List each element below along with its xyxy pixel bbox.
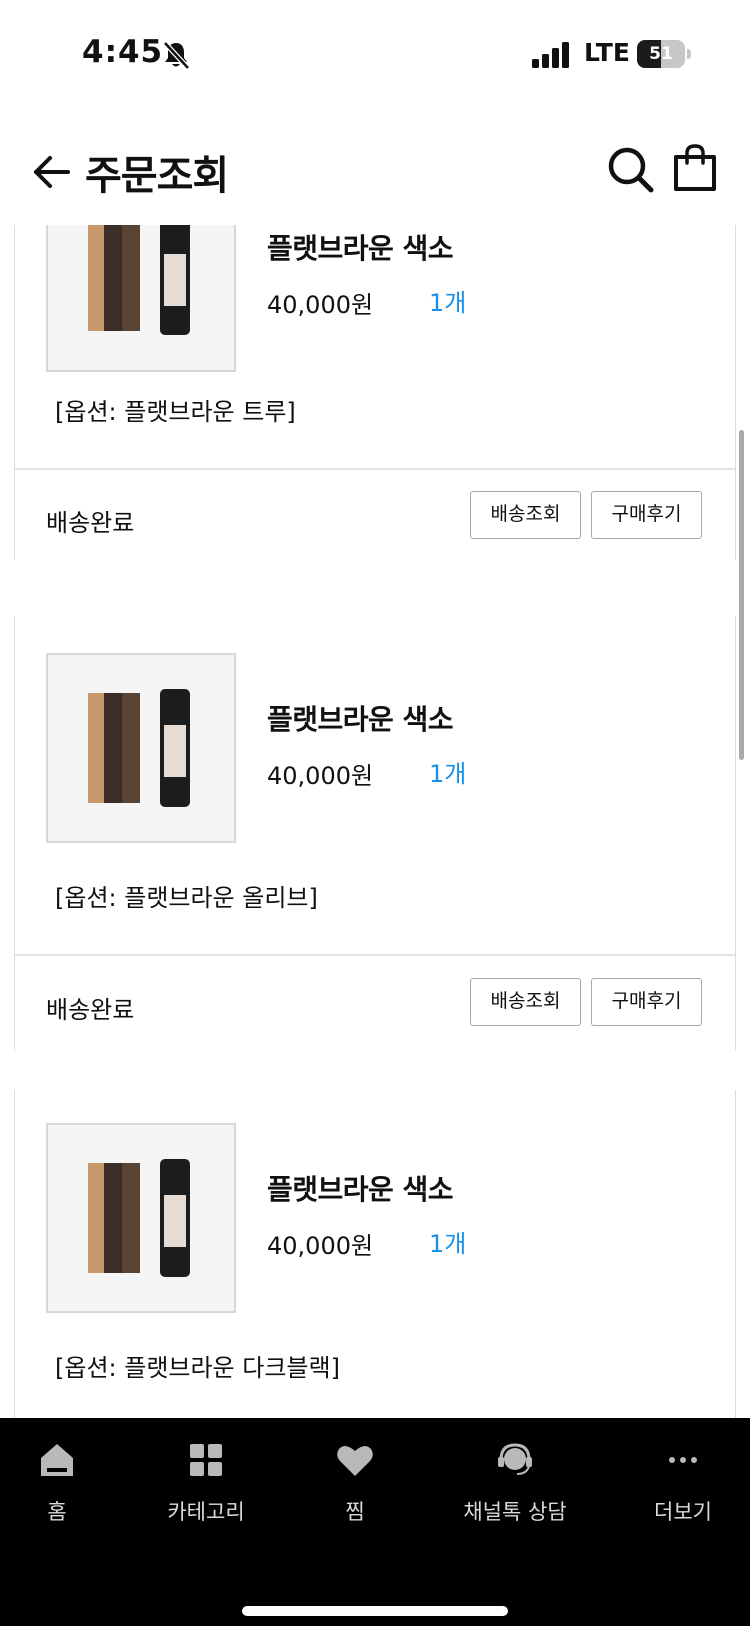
divider bbox=[15, 468, 735, 470]
product-quantity: 1개 bbox=[429, 1230, 467, 1258]
page-title: 주문조회 bbox=[85, 153, 229, 199]
product-photo-icon bbox=[88, 1159, 190, 1277]
product-option: [옵션: 플랫브라운 올리브] bbox=[55, 884, 318, 912]
nav-label: 채널톡 상담 bbox=[463, 1500, 567, 1524]
order-list[interactable]: 플랫브라운 색소 40,000원 1개 [옵션: 플랫브라운 트루] 배송완료 … bbox=[0, 225, 750, 1418]
track-delivery-button[interactable]: 배송조회 bbox=[470, 491, 581, 539]
scrollbar[interactable] bbox=[739, 430, 744, 760]
heart-icon bbox=[337, 1445, 373, 1476]
product-price: 40,000원 bbox=[267, 1232, 374, 1260]
home-icon bbox=[41, 1444, 73, 1476]
product-option: [옵션: 플랫브라운 다크블랙] bbox=[55, 1354, 340, 1382]
bottom-navigation: 홈 카테고리 찜 채널톡 상담 더보기 bbox=[0, 1418, 750, 1626]
bell-muted-icon bbox=[163, 41, 190, 70]
status-time: 4:45 bbox=[82, 34, 164, 70]
write-review-button[interactable]: 구매후기 bbox=[591, 978, 702, 1026]
status-bar: 4:45 LTE 51 bbox=[0, 0, 750, 110]
signal-icon bbox=[532, 42, 569, 68]
search-icon[interactable] bbox=[606, 145, 654, 193]
product-option: [옵션: 플랫브라운 트루] bbox=[55, 398, 296, 426]
order-card: 플랫브라운 색소 40,000원 1개 [옵션: 플랫브라운 트루] 배송완료 … bbox=[14, 225, 736, 560]
headset-icon bbox=[498, 1443, 532, 1475]
product-price: 40,000원 bbox=[267, 291, 374, 319]
order-card: 플랫브라운 색소 40,000원 1개 [옵션: 플랫브라운 다크블랙] bbox=[14, 1090, 736, 1418]
product-name[interactable]: 플랫브라운 색소 bbox=[267, 698, 454, 738]
back-arrow-icon[interactable] bbox=[30, 150, 74, 194]
product-image[interactable] bbox=[46, 653, 236, 843]
delivery-status: 배송완료 bbox=[46, 996, 135, 1024]
product-image[interactable] bbox=[46, 225, 236, 372]
write-review-button[interactable]: 구매후기 bbox=[591, 491, 702, 539]
network-label: LTE bbox=[584, 38, 630, 67]
divider bbox=[15, 954, 735, 956]
category-icon bbox=[190, 1444, 222, 1476]
product-photo-icon bbox=[88, 225, 190, 335]
product-image[interactable] bbox=[46, 1123, 236, 1313]
product-name[interactable]: 플랫브라운 색소 bbox=[267, 1168, 454, 1208]
nav-label: 찜 bbox=[345, 1500, 365, 1524]
order-card: 플랫브라운 색소 40,000원 1개 [옵션: 플랫브라운 올리브] 배송완료… bbox=[14, 616, 736, 1051]
product-photo-icon bbox=[88, 689, 190, 807]
nav-item-home[interactable]: 홈 bbox=[0, 1440, 132, 1530]
nav-item-more[interactable]: 더보기 bbox=[608, 1440, 750, 1530]
battery-level: 51 bbox=[649, 44, 673, 64]
app-header: 주문조회 bbox=[0, 125, 750, 225]
nav-item-wishlist[interactable]: 찜 bbox=[280, 1440, 430, 1530]
battery-icon: 51 bbox=[637, 40, 691, 68]
track-delivery-button[interactable]: 배송조회 bbox=[470, 978, 581, 1026]
nav-item-channel-talk[interactable]: 채널톡 상담 bbox=[440, 1440, 590, 1530]
product-price: 40,000원 bbox=[267, 762, 374, 790]
product-quantity: 1개 bbox=[429, 760, 467, 788]
delivery-status: 배송완료 bbox=[46, 509, 135, 537]
nav-label: 카테고리 bbox=[167, 1500, 245, 1524]
nav-label: 홈 bbox=[47, 1500, 67, 1524]
product-quantity: 1개 bbox=[429, 289, 467, 317]
nav-item-category[interactable]: 카테고리 bbox=[131, 1440, 281, 1530]
shopping-bag-icon[interactable] bbox=[672, 143, 718, 193]
product-name[interactable]: 플랫브라운 색소 bbox=[267, 227, 454, 267]
nav-label: 더보기 bbox=[654, 1500, 712, 1524]
home-indicator bbox=[242, 1606, 508, 1616]
more-icon bbox=[669, 1457, 697, 1463]
